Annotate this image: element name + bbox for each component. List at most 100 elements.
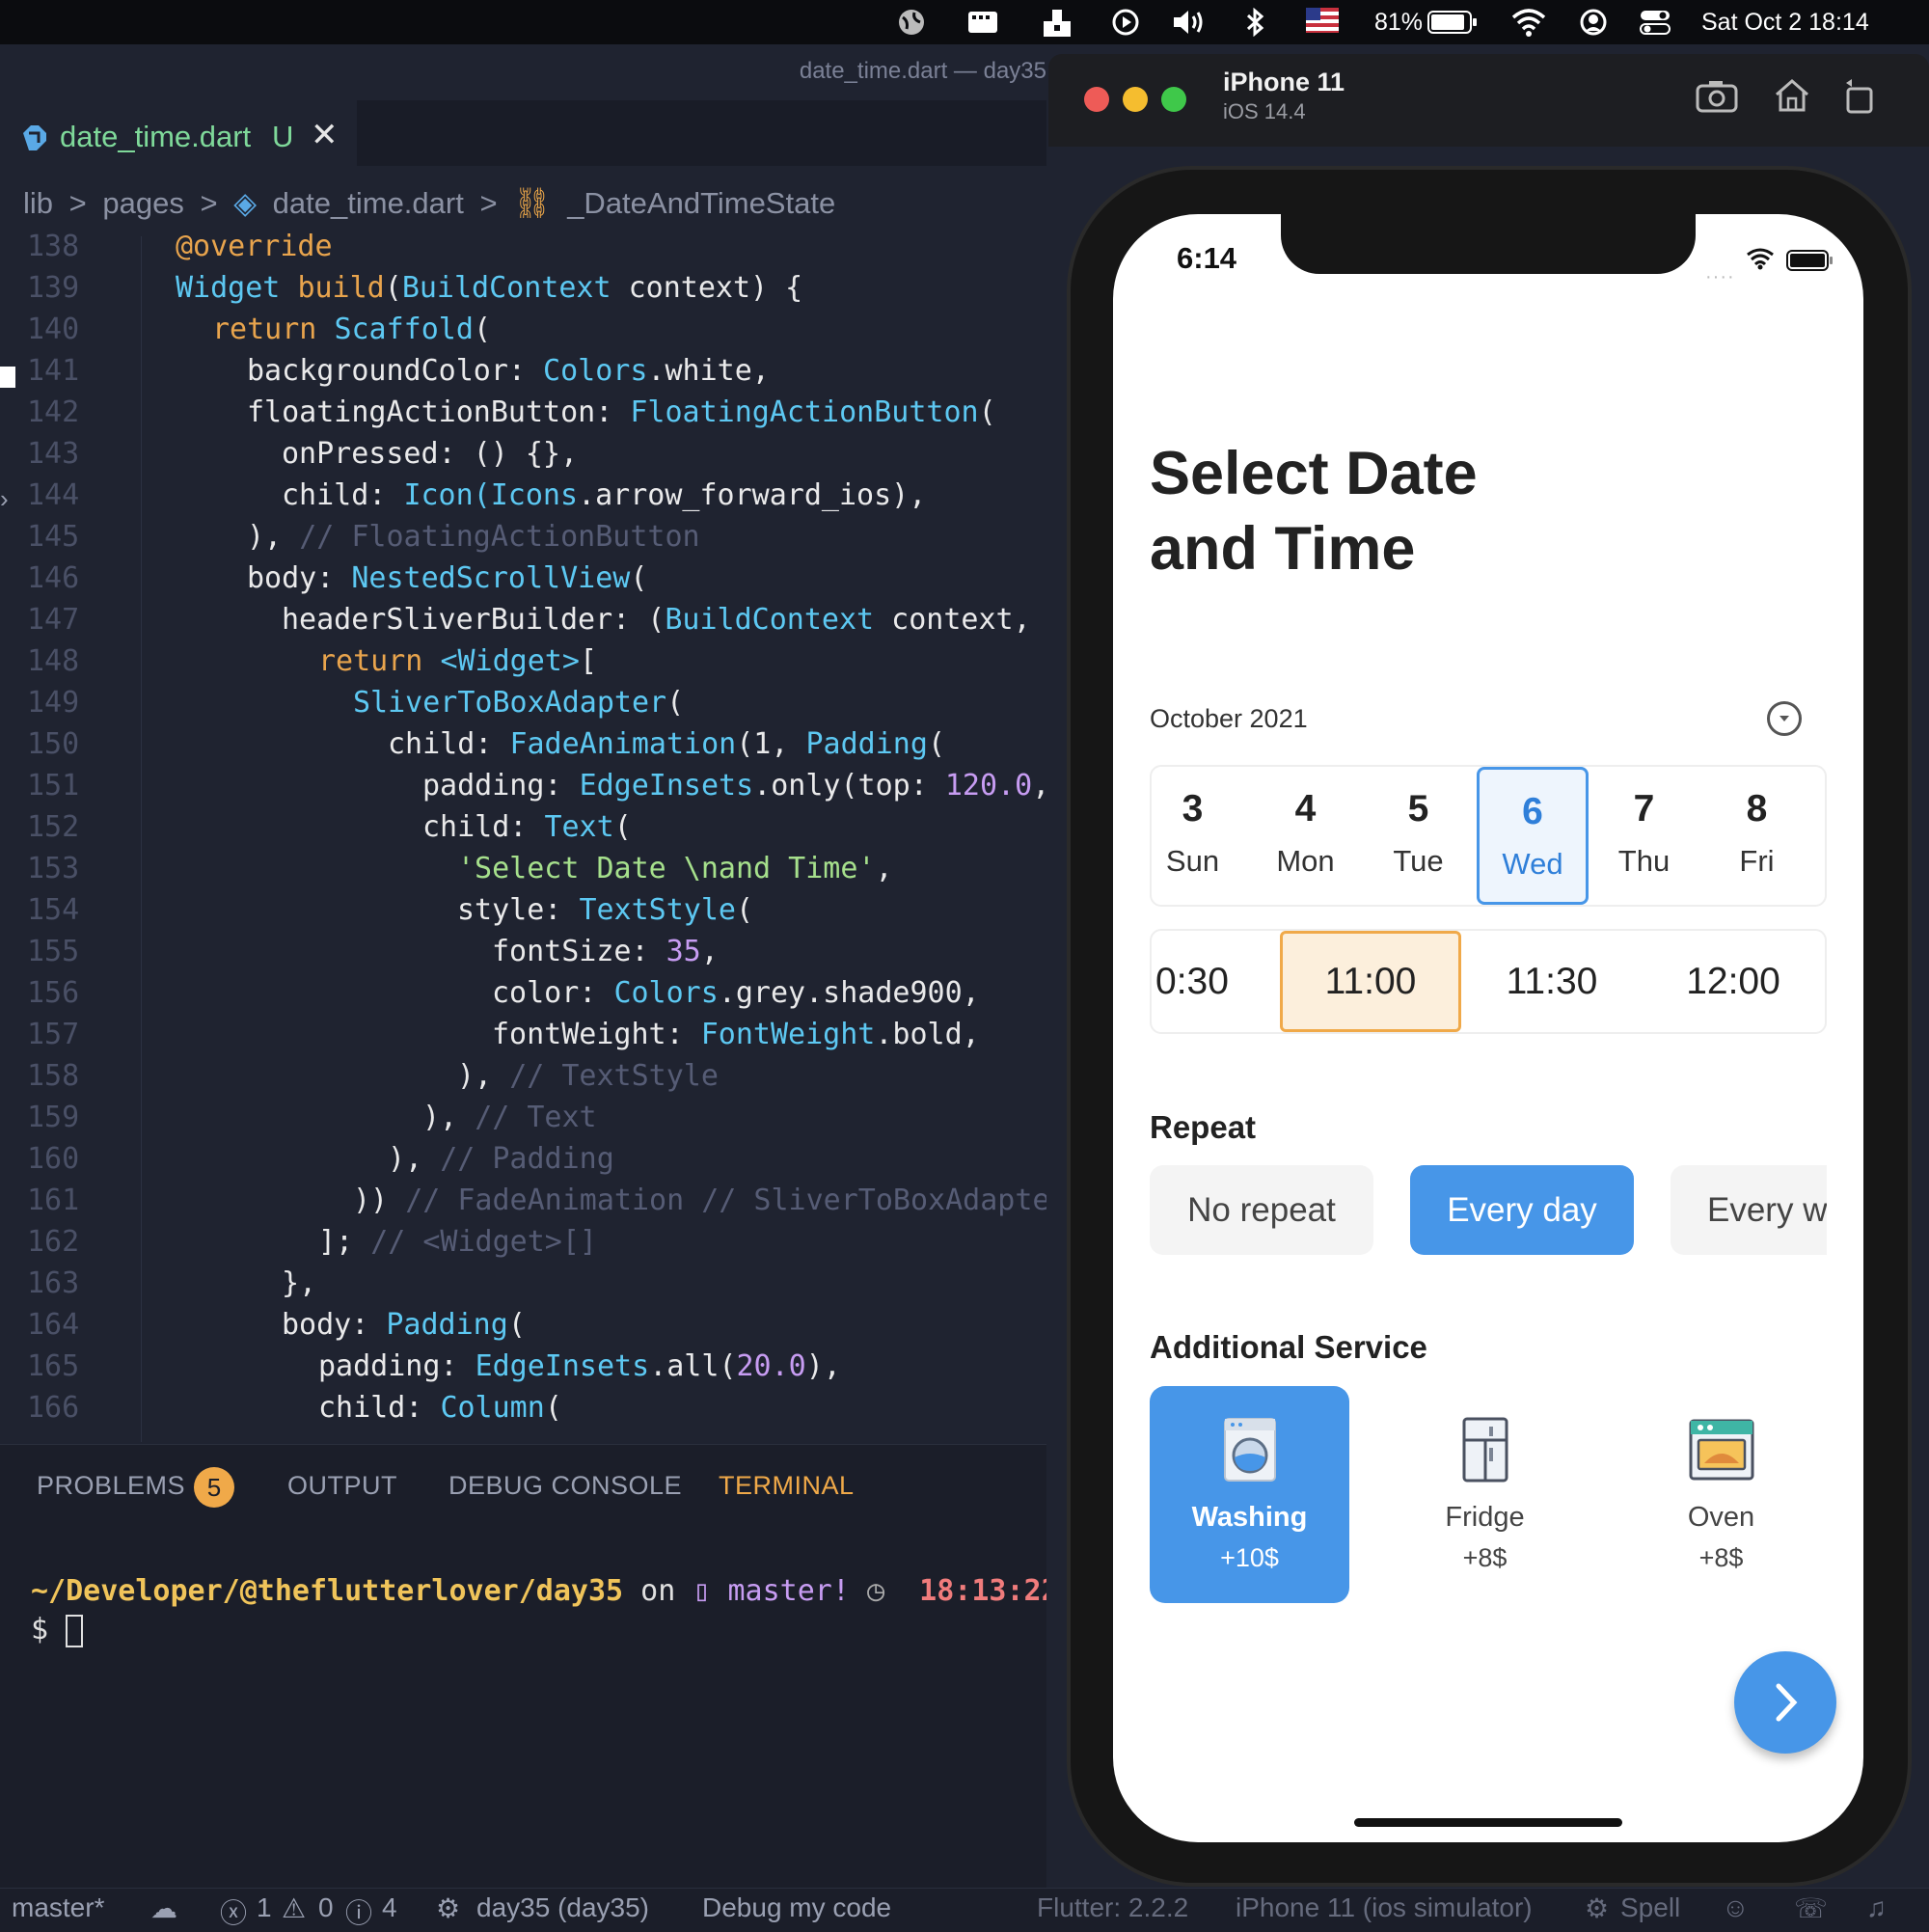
breadcrumb-lib[interactable]: lib [23,186,53,220]
service-washing[interactable]: Washing +10$ [1150,1386,1349,1603]
code-token: // Padding [440,1142,614,1176]
code-line: backgroundColor: Colors.white, [247,354,770,388]
status-flutter-version[interactable]: Flutter: 2.2.2 [1037,1892,1188,1923]
time-slot[interactable]: 0:30 [1152,931,1244,1032]
time-slot[interactable]: 12:00 [1643,931,1824,1032]
code-line: padding: EdgeInsets.all(20.0), [318,1349,841,1383]
chevron-down-icon[interactable] [1767,701,1802,736]
close-window-button[interactable] [1084,87,1109,112]
globe-icon[interactable] [897,8,926,37]
warning-icon[interactable]: ⚠ [282,1892,306,1924]
day-item[interactable]: 7 Thu [1589,767,1698,905]
code-token: onPressed: () {}, [282,437,579,471]
screenshot-icon[interactable] [1696,79,1738,119]
line-number: 146 [27,561,80,595]
minimize-window-button[interactable] [1123,87,1148,112]
service-price: +8$ [1462,1543,1508,1572]
line-number: 153 [27,852,80,885]
day-item[interactable]: 5 Tue [1364,767,1473,905]
code-line: child: FadeAnimation(1, Padding( [388,727,945,761]
code-token: .arrow_forward_ios), [578,478,927,512]
play-circle-icon[interactable] [1111,8,1140,37]
terminal-prompt: $ [31,1613,49,1646]
flag-us-icon[interactable] [1306,8,1339,37]
problems-count-badge: 5 [194,1467,234,1508]
upload-icon[interactable] [1042,8,1071,37]
code-line: SliverToBoxAdapter( [353,686,684,720]
breadcrumb-sep: > [68,186,87,220]
time-slot[interactable]: 11:30 [1461,931,1643,1032]
code-line: body: Padding( [282,1308,526,1342]
code-token: [ [579,644,597,678]
code-token: Widget [176,271,298,305]
fold-chevron-icon[interactable]: › [0,484,9,514]
menubar-clock: Sat Oct 2 18:14 [1701,9,1869,36]
close-icon[interactable]: ✕ [311,116,339,154]
line-number: 148 [27,644,80,678]
tab-untracked-marker: U [272,120,294,153]
code-line: child: Text( [422,810,632,844]
service-oven[interactable]: Oven +8$ [1621,1386,1821,1603]
repeat-option[interactable]: Every w [1671,1165,1827,1255]
code-line: color: Colors.grey.shade900, [492,976,980,1010]
breadcrumb-file[interactable]: date_time.dart [273,186,464,220]
control-center-icon[interactable] [1640,8,1671,37]
line-number: 161 [27,1184,80,1217]
status-spell[interactable]: Spell [1620,1892,1680,1923]
breadcrumb-class[interactable]: _DateAndTimeState [567,186,835,220]
code-token: .grey.shade900, [718,976,980,1010]
code-token: 20.0 [736,1349,806,1383]
status-device[interactable]: iPhone 11 (ios simulator) [1236,1892,1533,1923]
line-number: 147 [27,603,80,637]
breadcrumb-pages[interactable]: pages [102,186,183,220]
month-label: October 2021 [1150,704,1308,733]
debug-icon[interactable]: ⚙ [436,1892,460,1924]
copilot-icon[interactable]: ☺ [1722,1892,1750,1923]
tab-debug-console[interactable]: DEBUG CONSOLE [448,1471,682,1501]
user-icon[interactable] [1579,8,1608,37]
repeat-option-selected[interactable]: Every day [1410,1165,1634,1255]
code-token: FontWeight [700,1018,876,1051]
bluetooth-icon[interactable] [1243,7,1272,38]
code-token: child: [422,810,545,844]
code-token: ( [630,561,648,595]
tab-output[interactable]: OUTPUT [287,1471,397,1501]
status-branch[interactable]: master* [12,1892,104,1923]
tab-problems[interactable]: PROBLEMS [37,1471,185,1501]
code-token: padding: [422,769,580,803]
error-icon[interactable]: ⓧ [220,1892,247,1931]
rotate-icon[interactable] [1842,77,1877,119]
repeat-option[interactable]: No repeat [1150,1165,1373,1255]
signal-icon: ···· [1705,266,1735,287]
terminal-input-line[interactable]: $ [31,1613,84,1647]
code-token: <Widget> [440,644,580,678]
code-line: Widget build(BuildContext context) { [176,271,802,305]
info-icon[interactable]: ⓘ [345,1892,372,1931]
code-line: ), // Text [422,1101,597,1134]
volume-icon[interactable] [1172,8,1203,37]
bell-icon[interactable]: ♫ [1866,1892,1887,1923]
status-debug-label[interactable]: Debug my code [702,1892,891,1923]
gear-icon[interactable]: ⚙ [1585,1892,1609,1924]
zoom-window-button[interactable] [1161,87,1186,112]
day-item-selected[interactable]: 6 Wed [1477,767,1589,905]
home-icon[interactable] [1773,77,1811,119]
day-item[interactable]: 3 Sun [1138,767,1247,905]
service-fridge[interactable]: Fridge +8$ [1385,1386,1585,1603]
feedback-icon[interactable]: ☏ [1794,1892,1828,1924]
day-item[interactable]: 4 Mon [1251,767,1360,905]
time-slot-selected[interactable]: 11:00 [1280,931,1461,1032]
day-item[interactable]: 8 Fri [1702,767,1811,905]
terminal-prompt-line[interactable]: ~/Developer/@theflutterlover/day35 on ▯ … [31,1574,1059,1608]
status-debug-target[interactable]: day35 (day35) [476,1892,649,1923]
display-icon[interactable] [967,8,997,37]
tab-date-time-dart[interactable]: date_time.dart U ✕ [0,100,357,168]
line-number: 154 [27,893,80,927]
sync-icon[interactable]: ☁ [150,1892,177,1924]
tab-terminal[interactable]: TERMINAL [719,1471,855,1501]
next-fab-button[interactable] [1734,1651,1836,1754]
code-line: headerSliverBuilder: (BuildContext conte… [282,603,1048,637]
code-token: context, [874,603,1048,637]
wifi-icon[interactable] [1511,8,1546,37]
battery-icon[interactable] [1427,10,1477,39]
